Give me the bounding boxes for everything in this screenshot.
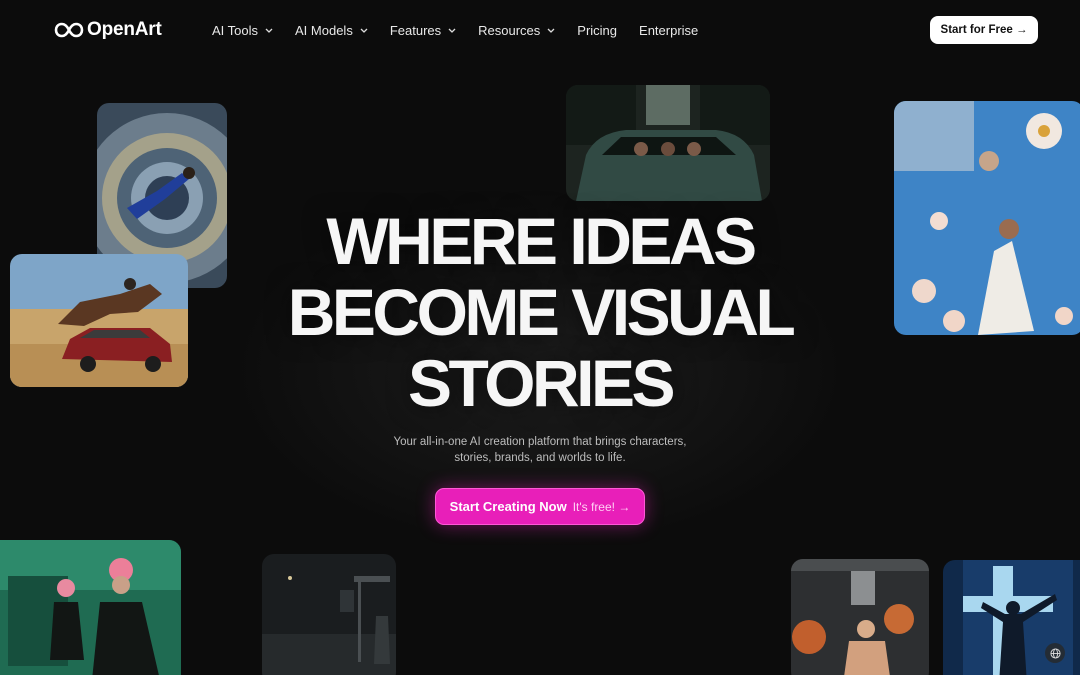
main-menu: AI Tools AI Models Features Resources Pr… [212,20,698,40]
infinity-logo-icon [54,22,84,38]
start-creating-now-button[interactable]: Start Creating Now It's free! → [435,488,645,525]
nav-enterprise[interactable]: Enterprise [639,20,698,40]
nav-ai-models-label: AI Models [295,22,353,38]
hero-subtitle: Your all-in-one AI creation platform tha… [0,434,1080,466]
hero-subtitle-line-2: stories, brands, and worlds to life. [454,452,626,464]
nav-pricing[interactable]: Pricing [577,20,617,40]
nav-features[interactable]: Features [390,20,456,40]
globe-glyph [1049,647,1061,659]
hero-headline-line-1: WHERE IDEAS [326,204,757,278]
brand-name: OpenArt [87,19,162,40]
top-nav: OpenArt AI Tools AI Models Features Reso… [0,0,1080,60]
car-in-forest-image [566,85,770,201]
chevron-down-icon [547,28,555,33]
nav-features-label: Features [389,22,442,38]
chevron-down-icon [448,28,456,33]
chevron-down-icon [360,28,368,33]
hero-headline-line-3: STORIES [407,346,676,420]
brand-logo[interactable]: OpenArt [54,18,162,42]
nav-ai-models[interactable]: AI Models [295,20,368,40]
pink-hair-mirror-image [0,540,181,675]
bus-stop-night-image [262,554,396,675]
chevron-down-icon [265,28,273,33]
cta-secondary-label: It's free! → [572,499,631,514]
nav-enterprise-label: Enterprise [639,22,699,38]
hero-headline-line-2: BECOME VISUAL [287,275,796,349]
nav-pricing-label: Pricing [577,22,618,38]
nav-resources-label: Resources [478,22,541,38]
nav-ai-tools-label: AI Tools [212,22,259,38]
hero-subtitle-line-1: Your all-in-one AI creation platform tha… [393,436,687,448]
nav-ai-tools[interactable]: AI Tools [212,20,273,40]
start-for-free-button[interactable]: Start for Free → [930,16,1038,44]
basketball-player-image [791,559,929,675]
nav-resources[interactable]: Resources [478,20,555,40]
globe-icon[interactable] [1045,643,1065,663]
cta-primary-label: Start Creating Now [449,499,567,514]
